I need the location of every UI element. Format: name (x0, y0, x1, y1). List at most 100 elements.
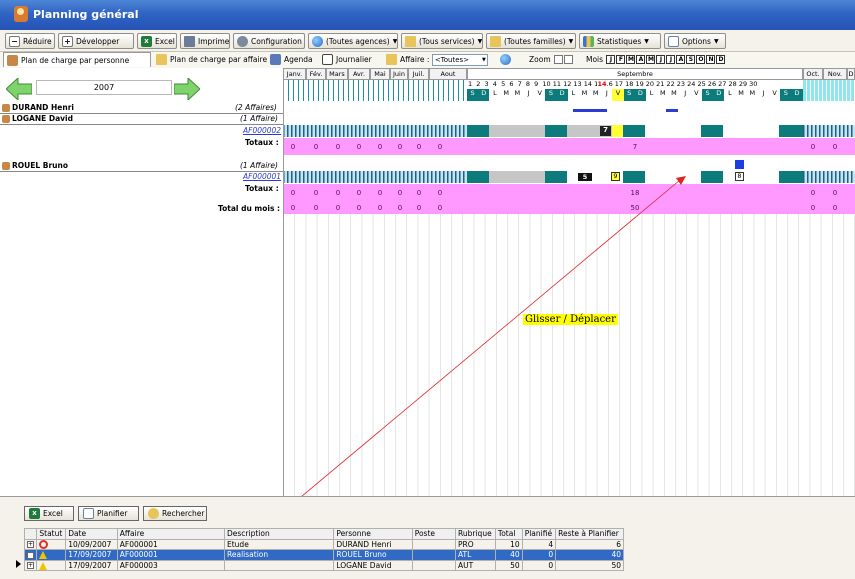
day-letter: M (749, 89, 756, 97)
column-header[interactable]: Statut (36, 528, 67, 540)
month-header-aug[interactable]: Aout (429, 68, 467, 80)
title-bar: Planning général (0, 0, 855, 30)
options-dropdown[interactable]: Options ▼ (664, 33, 726, 49)
affair-link-af000001[interactable]: AF000001 (243, 172, 281, 181)
month-button-aug[interactable]: A (676, 55, 686, 64)
next-year-arrow-icon[interactable] (174, 78, 200, 100)
column-header[interactable]: Total (494, 528, 523, 540)
column-header[interactable]: Date (65, 528, 118, 540)
tab-by-person[interactable]: Plan de charge par personne (3, 52, 151, 67)
day-letter: S (545, 89, 557, 101)
services-dropdown[interactable]: (Tous services) ▼ (401, 33, 483, 49)
month-header-jan[interactable]: Janv. (283, 68, 306, 80)
month-header-dec[interactable]: D (847, 68, 855, 80)
tab-journal[interactable]: Journalier (319, 52, 377, 67)
month-header-may[interactable]: Mai (370, 68, 390, 80)
month-button-apr[interactable]: A (636, 55, 646, 64)
configuration-button[interactable]: Configuration (233, 33, 305, 49)
month-header-jul[interactable]: Juil. (408, 68, 429, 80)
planned-cell-rouel-b[interactable]: 9 (611, 172, 620, 181)
month-header-nov[interactable]: Nov. (823, 68, 847, 80)
expand-plus-icon[interactable]: + (27, 551, 34, 559)
statistics-dropdown[interactable]: Statistiques ▼ (579, 33, 661, 49)
tab-agenda[interactable]: Agenda (267, 52, 317, 67)
journal-icon (322, 54, 333, 65)
zoom-in-button[interactable] (564, 55, 574, 64)
expand-plus-icon[interactable]: + (27, 541, 34, 549)
person-name-durand[interactable]: DURAND Henri (12, 103, 74, 112)
month-header-apr[interactable]: Avr. (348, 68, 370, 80)
agencies-dropdown[interactable]: (Toutes agences) ▼ (308, 33, 398, 49)
month-button-jan[interactable]: J (606, 55, 616, 64)
durand-bar-a[interactable] (573, 109, 607, 112)
bottom-excel-button[interactable]: x Excel (24, 506, 74, 521)
reduce-button[interactable]: Réduire (5, 33, 55, 49)
print-button[interactable]: Imprimer (180, 33, 230, 49)
column-header[interactable]: Description (223, 528, 335, 540)
column-header[interactable]: Personne (333, 528, 413, 540)
personne-cell: DURAND Henri (333, 538, 413, 550)
column-header[interactable]: Affaire (116, 528, 226, 540)
planifie-cell: 0 (521, 549, 557, 561)
durand-bar-b[interactable] (666, 109, 678, 112)
month-button-dec[interactable]: D (716, 55, 726, 64)
day-letter: M (671, 89, 677, 97)
previous-year-arrow-icon[interactable] (6, 78, 32, 100)
column-header[interactable]: Planifié (521, 528, 557, 540)
excel-export-button[interactable]: x Excel (137, 33, 177, 49)
total-month: 0 (377, 143, 383, 151)
refresh-button[interactable] (497, 52, 515, 67)
day-letter: D (478, 89, 490, 101)
planned-cell-rouel-c[interactable]: 8 (735, 172, 744, 181)
develop-button[interactable]: Développer (58, 33, 134, 49)
month-button-may[interactable]: M (646, 55, 656, 64)
weekend-cell (779, 171, 803, 183)
rechercher-button[interactable]: Rechercher (143, 506, 207, 521)
month-header-jun[interactable]: Juin (390, 68, 408, 80)
column-header[interactable]: Poste (411, 528, 457, 540)
expand-toggle[interactable]: + (23, 549, 38, 561)
planifier-button[interactable]: Planifier (78, 506, 139, 521)
day-letter: L (493, 89, 497, 97)
month-button-nov[interactable]: N (706, 55, 716, 64)
person-name-logane[interactable]: LOGANE David (12, 114, 73, 123)
month-total-value: 0 (416, 204, 422, 212)
month-button-jul[interactable]: J (666, 55, 676, 64)
month-button-sep[interactable]: S (686, 55, 696, 64)
month-selector: Mois JFMAMJJASOND (583, 52, 748, 67)
families-dropdown[interactable]: (Toutes familles) ▼ (486, 33, 576, 49)
affaire-select[interactable]: <Toutes> (431, 53, 488, 66)
rouel-marker[interactable] (735, 160, 744, 169)
zoom-out-button[interactable] (554, 55, 564, 64)
month-button-feb[interactable]: F (616, 55, 626, 64)
table-row[interactable]: + 17/09/2007 AF000003 LOGANE David AUT 5… (23, 559, 624, 571)
excel-icon: x (141, 35, 152, 47)
month-total-value: 0 (313, 204, 319, 212)
expand-plus-icon[interactable]: + (27, 562, 34, 570)
person-name-rouel[interactable]: ROUEL Bruno (12, 161, 68, 170)
total-cell: 50 (494, 559, 523, 571)
year-display: 2007 (36, 80, 172, 95)
gear-icon (237, 35, 248, 47)
affair-link-af000002[interactable]: AF000002 (243, 126, 281, 135)
planned-cell-rouel-a[interactable]: 5 (578, 173, 592, 181)
month-header-sep[interactable]: Septembre (467, 68, 803, 80)
month-header-mar[interactable]: Mars (326, 68, 348, 80)
expand-toggle[interactable]: + (23, 538, 38, 550)
month-header-feb[interactable]: Fév. (306, 68, 326, 80)
column-header[interactable]: Rubrique (455, 528, 496, 540)
planned-cell-logane[interactable]: 7 (600, 126, 611, 136)
table-row-selected[interactable]: + 17/09/2007 AF000001 Realisation ROUEL … (23, 549, 624, 561)
column-header[interactable]: Reste à Planifier (555, 528, 624, 540)
expand-toggle[interactable]: + (23, 559, 38, 571)
tab-by-affair[interactable]: Plan de charge par affaire (153, 52, 267, 67)
month-total-value: 0 (810, 204, 816, 212)
month-button-jun[interactable]: J (656, 55, 666, 64)
affaire-cell: AF000001 (116, 549, 226, 561)
month-header-oct[interactable]: Oct. (803, 68, 823, 80)
table-row[interactable]: + 10/09/2007 AF000001 Etude DURAND Henri… (23, 538, 624, 550)
month-button-oct[interactable]: O (696, 55, 706, 64)
day-letter: V (537, 89, 542, 97)
task-table: Statut Date Affaire Description Personne… (23, 528, 624, 571)
month-button-mar[interactable]: M (626, 55, 636, 64)
